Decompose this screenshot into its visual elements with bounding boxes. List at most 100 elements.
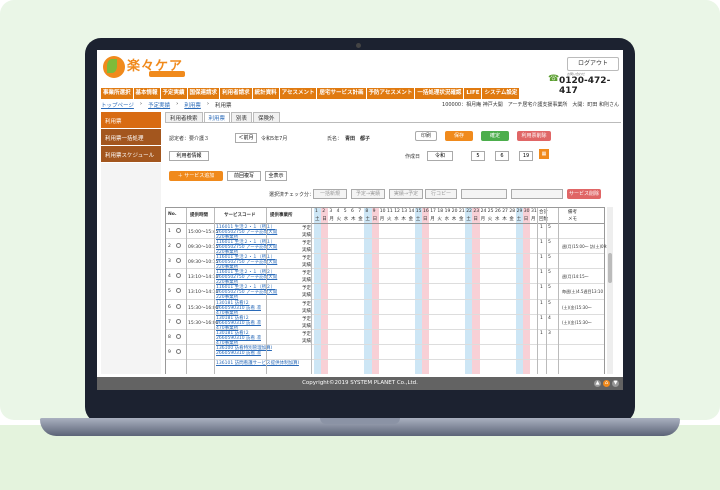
era-select[interactable]: 令和: [427, 151, 453, 161]
office-info: 100000：相月庵 神戸大開 アーチ居宅介護支援事業所 大開：町田 和則さん: [442, 102, 619, 108]
nav-item[interactable]: 基本情報: [133, 88, 160, 99]
tab-user-search[interactable]: 利用者検索: [165, 112, 203, 122]
row-memo[interactable]: 週(月)15:00～ 訪(土)09:30: [562, 244, 613, 250]
day-column-shade: [522, 208, 530, 374]
row-radio[interactable]: [176, 333, 181, 339]
bulk-chip[interactable]: [511, 189, 563, 199]
grid-column-line: [214, 208, 215, 374]
logo-underline: [149, 71, 185, 77]
row-number: 6: [168, 304, 171, 310]
year-input[interactable]: 5: [471, 151, 485, 161]
breadcrumb-usage[interactable]: 利用票: [184, 101, 201, 109]
bulk-chip[interactable]: 実績→予定: [389, 189, 423, 199]
nav-item[interactable]: 国保連請求: [187, 88, 220, 99]
row-actual-label: 実績: [302, 338, 311, 344]
weekday-label: 月: [430, 217, 435, 222]
print-button[interactable]: 印刷: [415, 131, 437, 141]
cert-label: 認定者：要介護３: [169, 136, 210, 142]
confirm-button[interactable]: 確定: [481, 131, 509, 141]
row-radio[interactable]: [176, 348, 181, 354]
row-radio[interactable]: [176, 303, 181, 309]
row-total: 1: [540, 240, 543, 246]
row-radio[interactable]: [176, 318, 181, 324]
nav-item[interactable]: 居宅サービス計画: [317, 88, 366, 99]
row-radio[interactable]: [176, 243, 181, 249]
row-number: 2: [168, 244, 171, 250]
tab-usage[interactable]: 利用票: [203, 112, 231, 122]
calendar-icon[interactable]: ▦: [539, 149, 549, 159]
add-service-button[interactable]: ＋ サービス追加: [169, 171, 223, 181]
weekday-label: 日: [423, 217, 428, 222]
row-plan-label: 予定: [302, 286, 311, 292]
bulk-chip[interactable]: 一括新規: [313, 189, 347, 199]
nav-item[interactable]: システム設定: [482, 88, 520, 99]
weekday-label: 火: [387, 217, 392, 222]
scroll-up-icon[interactable]: ▲: [594, 380, 601, 387]
sidebar-item-bulk[interactable]: 利用票一括処理: [101, 129, 161, 146]
nav-item[interactable]: アセスメント: [279, 88, 317, 99]
month-input[interactable]: 6: [495, 151, 509, 161]
row-total: 1: [540, 285, 543, 291]
row-number: 7: [168, 319, 171, 325]
row-memo[interactable]: 週(月)14:15～: [562, 274, 589, 280]
nav-item[interactable]: 利用者請求: [220, 88, 252, 99]
row-memo[interactable]: (土)(金)15:30～: [562, 320, 592, 326]
day-input[interactable]: 19: [519, 151, 533, 161]
display-all-button[interactable]: 全表示: [265, 171, 287, 181]
tab-non-insurance[interactable]: 保険外: [253, 112, 280, 122]
copy-prev-button[interactable]: 前回複写: [227, 171, 261, 181]
day-number: 27: [502, 209, 508, 214]
day-number: 9: [372, 209, 376, 214]
delete-usage-button[interactable]: 利用票削除: [517, 131, 551, 141]
day-number: 2: [322, 209, 326, 214]
row-count: 5: [548, 240, 551, 246]
row-radio[interactable]: [176, 258, 181, 264]
scroll-down-icon[interactable]: ▼: [612, 380, 619, 387]
logout-button[interactable]: ログアウト: [567, 57, 619, 71]
nav-item[interactable]: 予防アセスメント: [366, 88, 415, 99]
row-count: 5: [548, 300, 551, 306]
nav-item[interactable]: 一括処理状況確認: [415, 88, 464, 99]
row-number: 9: [168, 349, 171, 355]
save-button[interactable]: 保存: [445, 131, 473, 141]
bulk-chip[interactable]: [461, 189, 507, 199]
weekday-label: 火: [336, 217, 342, 222]
day-number: 16: [423, 209, 429, 214]
grid-scrollbar[interactable]: [607, 207, 613, 374]
weekday-label: 水: [394, 217, 399, 222]
row-service-code[interactable]: 136101 訪問看護サービス提供体制加算Ⅰ: [216, 360, 299, 366]
bulk-chip[interactable]: 予定→実績: [351, 189, 385, 199]
prev-month-button[interactable]: ＜前月: [235, 133, 257, 143]
row-memo[interactable]: 毎週(土)4.5週目13:10: [562, 289, 603, 295]
grid-scroll-thumb[interactable]: [608, 253, 612, 283]
row-memo[interactable]: (土)(金)15:30～: [562, 305, 592, 311]
tab-appendix[interactable]: 別表: [231, 112, 253, 122]
row-radio[interactable]: [176, 228, 181, 233]
usage-panel: 認定者：要介護３ ＜前月 令和5年7月 氏名： 青田 都子 印刷 保存 確定 利…: [165, 122, 621, 374]
home-icon[interactable]: ⌂: [603, 380, 610, 387]
row-number: 5: [168, 289, 171, 295]
grid-column-line: [537, 208, 539, 374]
day-column-shade: [515, 208, 523, 374]
delete-service-button[interactable]: サービス削除: [567, 189, 601, 199]
weekday-label: 火: [487, 217, 493, 222]
breadcrumb-schedule[interactable]: 予定実績: [148, 101, 170, 109]
user-info-label: 利用者情報: [176, 153, 202, 159]
nav-item[interactable]: 統計資料: [252, 88, 279, 99]
nav-item[interactable]: LIFE: [464, 88, 482, 99]
breadcrumb: トップページ › 予定実績 › 利用票 › 利用票 100000：相月庵 神戸大…: [101, 101, 619, 109]
row-radio[interactable]: [176, 288, 181, 294]
row-radio[interactable]: [176, 273, 181, 279]
nav-item[interactable]: 事業所選択: [101, 88, 133, 99]
bulk-chip[interactable]: 行コピー: [425, 189, 457, 199]
nav-item[interactable]: 予定実績: [160, 88, 187, 99]
row-plan-label: 予定: [302, 331, 311, 337]
row-service-office-code[interactable]: 2660590310 訪看 凛: [216, 350, 261, 356]
user-info-button[interactable]: 利用者情報: [169, 151, 209, 161]
day-number: 3: [329, 209, 333, 214]
footer: Copyright©2019 SYSTEM PLANET Co.,Ltd.: [97, 377, 623, 390]
sidebar-item-usage[interactable]: 利用票: [101, 112, 161, 129]
sidebar-item-schedule[interactable]: 利用票スケジュール: [101, 146, 161, 163]
tab-bar: 利用者検索 利用票 別表 保険外: [165, 112, 621, 122]
breadcrumb-top[interactable]: トップページ: [101, 101, 134, 109]
